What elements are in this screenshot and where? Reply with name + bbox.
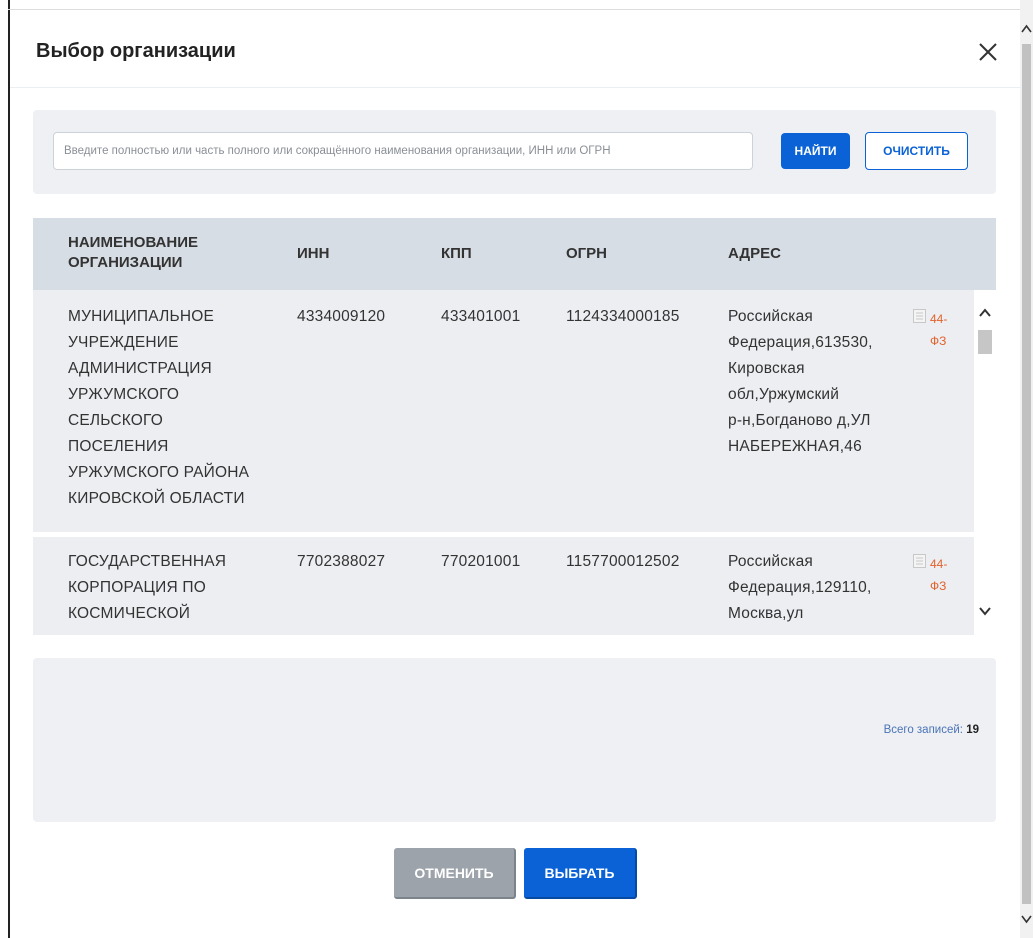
page-scrollbar[interactable] bbox=[1020, 0, 1033, 938]
organization-select-dialog: Выбор организации НАЙТИ ОЧИСТИТЬ НАИМЕНО… bbox=[10, 10, 1020, 938]
column-header-name-line2: ОРГАНИЗАЦИИ bbox=[68, 254, 183, 271]
law-label: 44- ФЗ bbox=[930, 557, 948, 593]
table-scrollbar[interactable] bbox=[974, 290, 996, 635]
document-icon bbox=[913, 309, 926, 323]
law-label: 44- ФЗ bbox=[930, 312, 948, 348]
chevron-up-icon[interactable] bbox=[978, 306, 992, 320]
column-header-name[interactable]: НАИМЕНОВАНИЕ ОРГАНИЗАЦИИ bbox=[68, 233, 198, 273]
law-44fz-link[interactable]: 44- ФЗ bbox=[913, 553, 956, 597]
cell-address: Российская Федерация,613530, Кировская о… bbox=[728, 308, 873, 455]
table-row[interactable]: МУНИЦИПАЛЬНОЕ УЧРЕЖДЕНИЕ АДМИНИСТРАЦИЯ У… bbox=[33, 290, 974, 532]
find-button[interactable]: НАЙТИ bbox=[781, 133, 850, 169]
search-input[interactable] bbox=[53, 132, 753, 170]
cell-inn: 4334009120 bbox=[297, 308, 386, 325]
column-header-ogrn[interactable]: ОГРН bbox=[566, 244, 607, 264]
column-header-kpp[interactable]: КПП bbox=[441, 244, 472, 264]
chevron-down-icon[interactable] bbox=[1021, 914, 1032, 924]
header-divider bbox=[10, 87, 1020, 88]
column-header-name-line1: НАИМЕНОВАНИЕ bbox=[68, 234, 198, 251]
cell-org-name: МУНИЦИПАЛЬНОЕ УЧРЕЖДЕНИЕ АДМИНИСТРАЦИЯ У… bbox=[68, 308, 250, 507]
total-records-value: 19 bbox=[966, 724, 979, 736]
chevron-down-icon[interactable] bbox=[978, 604, 992, 618]
table-row[interactable]: ГОСУДАРСТВЕННАЯ КОРПОРАЦИЯ ПО КОСМИЧЕСКО… bbox=[33, 537, 974, 635]
document-icon bbox=[913, 554, 926, 568]
cell-kpp: 770201001 bbox=[441, 553, 521, 570]
cell-org-name: ГОСУДАРСТВЕННАЯ КОРПОРАЦИЯ ПО КОСМИЧЕСКО… bbox=[68, 553, 227, 622]
cell-kpp: 433401001 bbox=[441, 308, 521, 325]
cell-address: Российская Федерация,129110, Москва,ул bbox=[728, 553, 872, 622]
close-icon[interactable] bbox=[974, 38, 1002, 66]
cell-ogrn: 1157700012502 bbox=[566, 553, 680, 570]
column-header-address[interactable]: АДРЕС bbox=[728, 244, 781, 264]
cell-inn: 7702388027 bbox=[297, 553, 386, 570]
table-header: НАИМЕНОВАНИЕ ОРГАНИЗАЦИИ ИНН КПП ОГРН АД… bbox=[33, 218, 996, 290]
table-body: МУНИЦИПАЛЬНОЕ УЧРЕЖДЕНИЕ АДМИНИСТРАЦИЯ У… bbox=[33, 290, 996, 635]
dialog-title: Выбор организации bbox=[36, 40, 236, 62]
column-header-inn[interactable]: ИНН bbox=[297, 244, 329, 264]
page-scrollbar-thumb[interactable] bbox=[1022, 44, 1031, 904]
law-44fz-link[interactable]: 44- ФЗ bbox=[913, 308, 956, 352]
cell-ogrn: 1124334000185 bbox=[566, 308, 680, 325]
footer-panel: Всего записей: 19 bbox=[33, 658, 996, 822]
total-records: Всего записей: 19 bbox=[884, 724, 979, 736]
table-scrollbar-thumb[interactable] bbox=[978, 330, 992, 354]
select-button[interactable]: ВЫБРАТЬ bbox=[524, 848, 637, 899]
clear-button[interactable]: ОЧИСТИТЬ bbox=[865, 132, 968, 170]
search-panel: НАЙТИ ОЧИСТИТЬ bbox=[33, 110, 996, 194]
total-records-label: Всего записей: bbox=[883, 724, 963, 736]
chevron-up-icon[interactable] bbox=[1021, 24, 1032, 34]
cancel-button[interactable]: ОТМЕНИТЬ bbox=[394, 848, 516, 899]
